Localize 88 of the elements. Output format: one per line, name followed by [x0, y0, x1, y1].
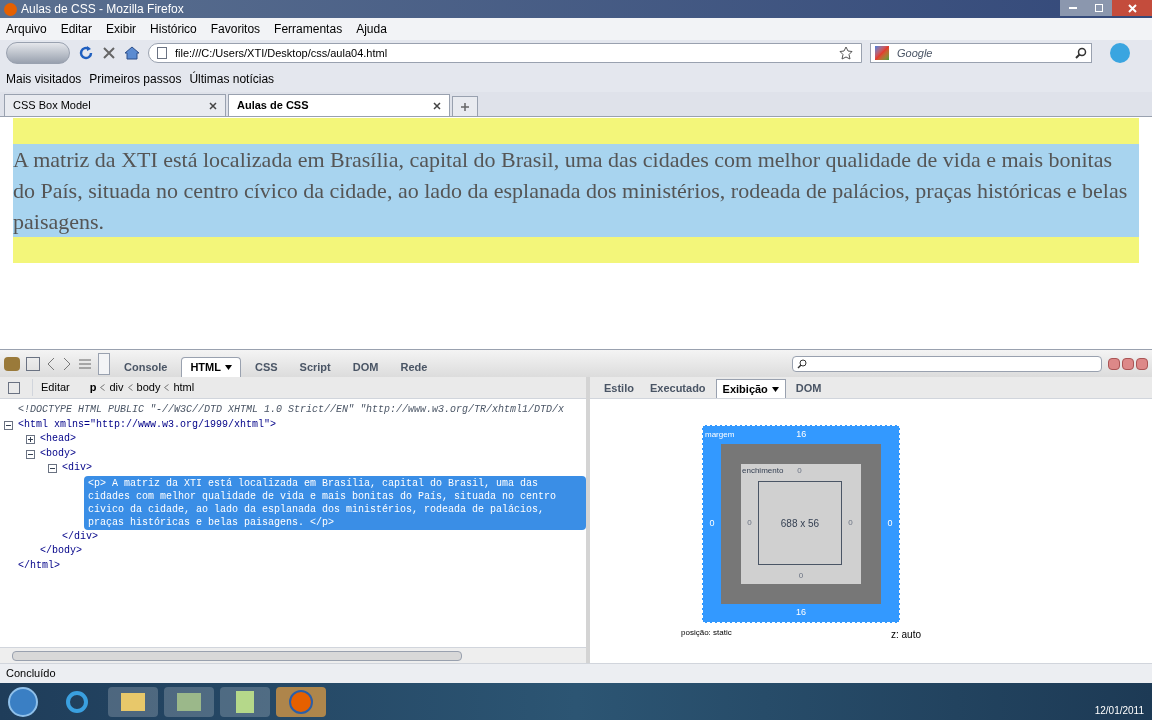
padding-value: 0: [847, 517, 854, 529]
doctype-text: <!DOCTYPE HTML PUBLIC "-//W3C//DTD XHTML 1.0 Strict//EN" "http://www.w3.org/TR/xhtml1/DTD/x: [18, 403, 565, 417]
horizontal-scrollbar[interactable]: [0, 647, 586, 663]
menu-item[interactable]: Favoritos: [210, 20, 261, 38]
collapse-icon[interactable]: [26, 449, 35, 459]
bookmark-item[interactable]: Mais visitados: [6, 70, 82, 88]
close-button[interactable]: [1136, 357, 1148, 370]
menu-item[interactable]: Ajuda: [356, 20, 387, 38]
padding-label: enchimento: [742, 465, 784, 477]
stop-icon[interactable]: [102, 46, 116, 60]
side-panel-tab[interactable]: Estilo: [598, 379, 640, 398]
node-tag[interactable]: <html xmlns="http://www.w3.org/1999/xhtml">: [18, 417, 277, 432]
dropdown-button[interactable]: [98, 352, 110, 375]
breadcrumb-item[interactable]: div: [109, 379, 124, 396]
node-tag: </div>: [62, 529, 98, 544]
bookmark-item[interactable]: Últimas notícias: [189, 70, 275, 88]
reload-icon[interactable]: [78, 45, 94, 61]
node-tag[interactable]: <div>: [62, 461, 92, 476]
back-icon[interactable]: [46, 356, 56, 371]
menu-item[interactable]: Exibir: [106, 20, 137, 38]
window-title: Aulas de CSS - Mozilla Firefox: [21, 1, 184, 18]
page-paragraph: A matriz da XTI está localizada em Brasília, capital do Brasil, uma das cidades com melhor qualidade de vida e mais bonitas do País, situada no centro cívico da cidade, ao lado da esplanada dos ministérios, rodeada de palácios, praças históricas e belas paisagens.: [13, 144, 1139, 237]
maximize-button[interactable]: [1086, 0, 1112, 16]
start-button[interactable]: [8, 686, 38, 717]
star-icon[interactable]: [839, 46, 853, 60]
devtools-tab[interactable]: DOM: [344, 357, 387, 377]
taskbar-date: 12/01/2011: [1094, 704, 1144, 718]
node-tag[interactable]: <head>: [40, 432, 76, 447]
new-tab-button[interactable]: [452, 96, 478, 116]
search-field[interactable]: Google: [870, 43, 1092, 63]
caret-icon: [224, 365, 232, 370]
chevron-icon: [127, 384, 133, 391]
status-text: Concluído: [6, 666, 56, 682]
expand-icon[interactable]: [26, 435, 35, 444]
minimize-button[interactable]: [1060, 0, 1086, 16]
menu-item[interactable]: Ferramentas: [274, 20, 343, 38]
tree-view-icon[interactable]: [8, 381, 20, 394]
position-text: posição: static: [681, 627, 732, 639]
home-icon[interactable]: [124, 46, 140, 60]
forward-icon[interactable]: [62, 356, 72, 371]
address-field[interactable]: file:///C:/Users/XTI/Desktop/css/aula04.html: [148, 43, 862, 63]
padding-value: 0: [798, 570, 804, 582]
padding-value: 0: [797, 465, 802, 477]
breadcrumb-item[interactable]: body: [136, 379, 161, 396]
menu-item[interactable]: Editar: [60, 20, 93, 38]
collapse-icon[interactable]: [4, 420, 13, 430]
detach-button[interactable]: [1122, 357, 1134, 370]
node-tag[interactable]: <body>: [40, 446, 76, 461]
breadcrumb-item[interactable]: html: [173, 379, 195, 396]
close-icon[interactable]: [433, 101, 441, 110]
search-icon: [797, 358, 807, 369]
chevron-icon: [100, 384, 106, 391]
margin-value: 0: [886, 517, 894, 531]
side-panel-tab[interactable]: DOM: [789, 379, 828, 398]
close-icon: [1127, 3, 1137, 13]
content-size: 688 x 56: [780, 516, 820, 531]
z-index-text: z: auto: [890, 628, 921, 642]
side-panel-tab[interactable]: Executado: [643, 379, 712, 398]
margin-value: 16: [796, 428, 807, 442]
node-tag: </body>: [40, 544, 82, 559]
devtools-tab[interactable]: Rede: [392, 357, 436, 377]
minimize-button[interactable]: [1108, 357, 1120, 370]
edit-button[interactable]: Editar: [32, 379, 78, 396]
close-button[interactable]: [1112, 0, 1152, 16]
chevron-icon: [164, 384, 170, 391]
browser-tab[interactable]: CSS Box Model: [4, 94, 226, 116]
close-icon[interactable]: [209, 101, 217, 110]
caret-icon: [771, 386, 779, 392]
devtools-tab[interactable]: Console: [116, 357, 176, 377]
bookmark-item[interactable]: Primeiros passos: [89, 70, 182, 88]
devtools-tab[interactable]: CSS: [246, 357, 286, 377]
page-icon: [157, 47, 167, 59]
devtools-tab[interactable]: Script: [291, 357, 339, 377]
search-icon[interactable]: [1075, 47, 1087, 59]
devtools-search-field[interactable]: [792, 355, 1102, 372]
menu-item[interactable]: Histórico: [150, 20, 197, 38]
collapse-icon[interactable]: [48, 464, 57, 473]
node-tag: </html>: [18, 558, 60, 573]
margin-label: margem: [705, 429, 735, 441]
breadcrumb-item[interactable]: p: [89, 379, 97, 396]
margin-value: 0: [708, 517, 716, 531]
padding-value: 0: [746, 517, 753, 529]
devtools-tab[interactable]: HTML: [181, 357, 241, 377]
browser-tab[interactable]: Aulas de CSS: [228, 94, 450, 116]
menu-item[interactable]: Arquivo: [6, 20, 47, 38]
margin-value: 16: [796, 606, 806, 620]
side-panel-tab[interactable]: Exibição: [715, 379, 786, 398]
plus-icon: [460, 101, 470, 112]
